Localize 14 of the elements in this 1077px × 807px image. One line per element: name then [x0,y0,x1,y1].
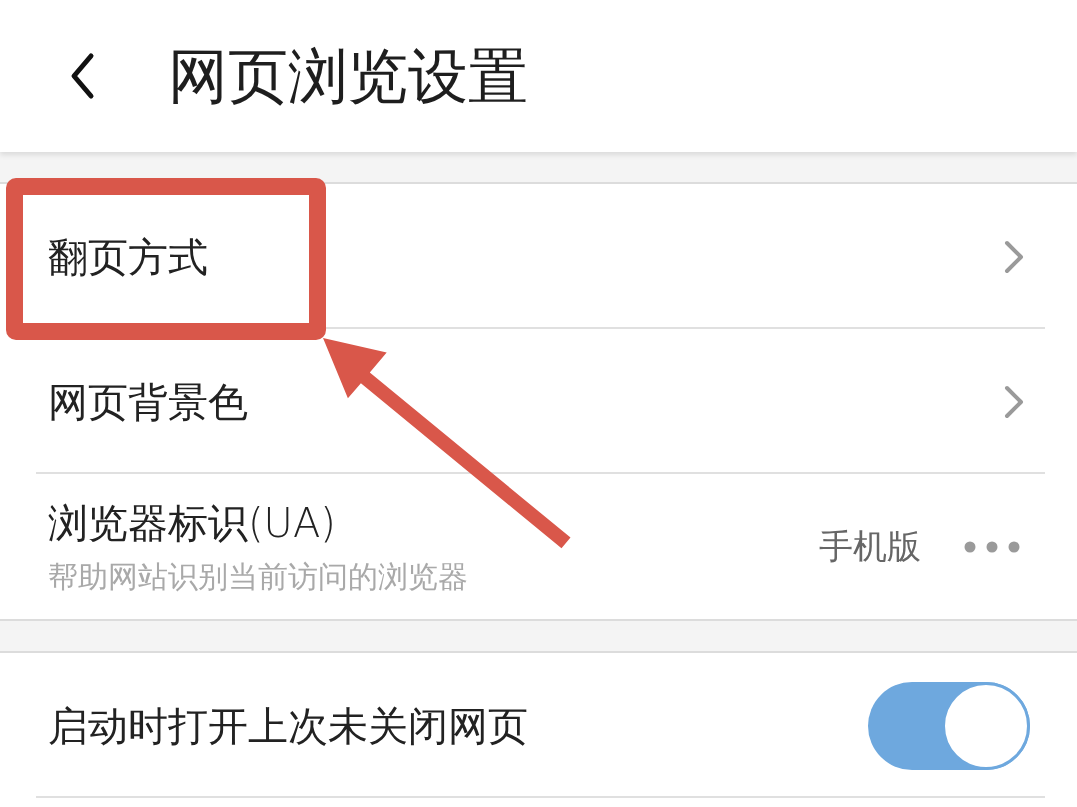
list-item[interactable]: 浏览器标识(UA) 帮助网站识别当前访问的浏览器 手机版 [0,474,1077,619]
list-item[interactable]: 翻页方式 [0,184,1077,329]
list-item[interactable]: 网页背景色 [0,329,1077,474]
setting-label: 翻页方式 [48,232,208,281]
chevron-right-icon[interactable] [1003,239,1025,274]
current-value: 手机版 [819,526,921,567]
setting-description: 帮助网站识别当前访问的浏览器 [48,558,468,595]
page-title: 网页浏览设置 [168,40,528,112]
list-item[interactable]: 启动时打开上次未关闭网页 [0,653,1077,798]
setting-label: 网页背景色 [48,377,248,426]
setting-label: 启动时打开上次未关闭网页 [48,701,528,750]
setting-label: 浏览器标识(UA) [48,498,336,547]
more-icon[interactable] [964,540,1020,553]
chevron-right-icon[interactable] [1003,384,1025,419]
